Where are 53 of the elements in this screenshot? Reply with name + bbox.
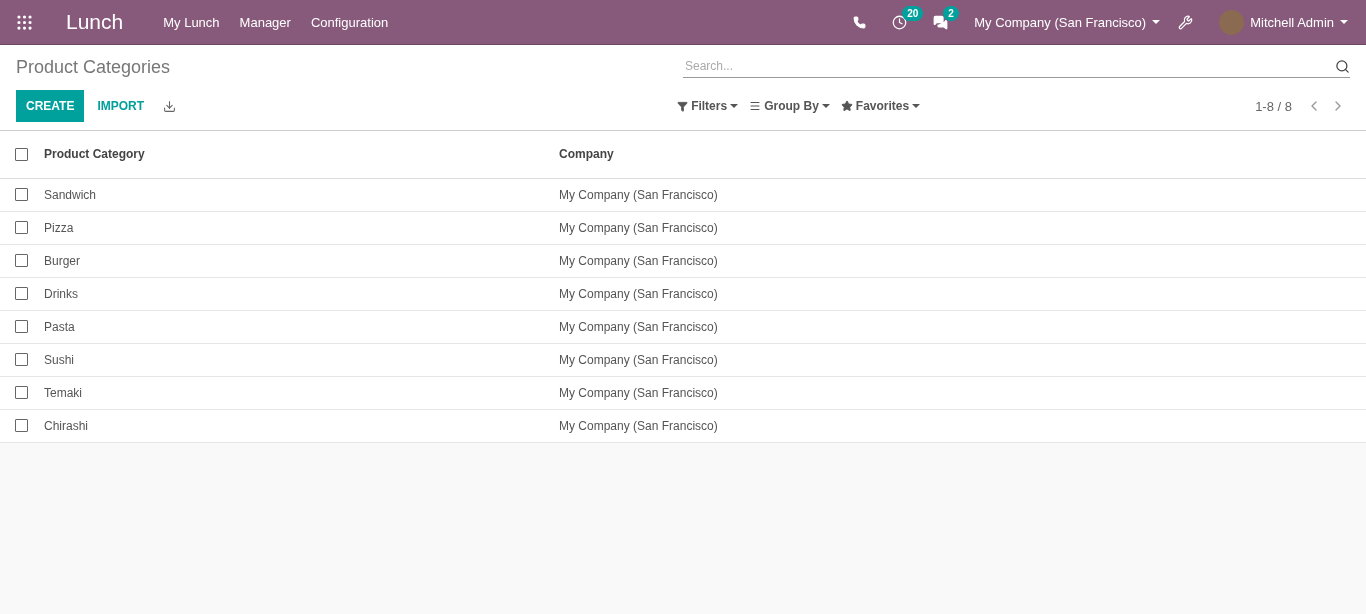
checkbox[interactable] xyxy=(15,254,28,267)
menu-link[interactable]: Configuration xyxy=(310,14,389,30)
column-header[interactable]: Product Category xyxy=(38,131,553,178)
apps-grid-icon[interactable] xyxy=(15,12,34,32)
table-cell: My Company (San Francisco) xyxy=(553,310,1366,343)
clock-icon[interactable] xyxy=(892,14,908,30)
tools-icon[interactable] xyxy=(1178,14,1194,30)
table-cell: My Company (San Francisco) xyxy=(553,211,1366,244)
menu-link[interactable]: Manager xyxy=(239,14,291,30)
favorites-button[interactable]: Favorites xyxy=(836,95,925,117)
page-title: Product Categories xyxy=(16,57,172,78)
user-menu[interactable]: Mitchell Admin xyxy=(1219,9,1348,35)
group-by-button[interactable]: Group By xyxy=(745,95,834,117)
table-cell: Burger xyxy=(38,244,553,277)
filter-icon xyxy=(677,100,689,112)
table-cell: Chirashi xyxy=(38,409,553,442)
list-icon xyxy=(749,100,762,112)
import-button[interactable]: IMPORT xyxy=(88,91,154,121)
table-cell: My Company (San Francisco) xyxy=(553,343,1366,376)
checkbox[interactable] xyxy=(15,419,28,432)
filters-button[interactable]: Filters xyxy=(673,95,743,117)
avatar xyxy=(1219,9,1245,35)
phone-icon[interactable] xyxy=(853,15,867,29)
message-count-badge: 2 xyxy=(943,5,959,21)
menu-link[interactable]: My Lunch xyxy=(163,14,220,30)
download-icon xyxy=(163,99,177,113)
table-cell: Pizza xyxy=(38,211,553,244)
activity-count-badge: 20 xyxy=(902,5,924,21)
table-cell: Sandwich xyxy=(38,178,553,211)
app-name: Lunch xyxy=(66,10,124,34)
checkbox[interactable] xyxy=(15,188,28,201)
table-cell: My Company (San Francisco) xyxy=(553,376,1366,409)
table-cell: My Company (San Francisco) xyxy=(553,244,1366,277)
table-cell: Sushi xyxy=(38,343,553,376)
table-cell: Temaki xyxy=(38,376,553,409)
checkbox[interactable] xyxy=(15,320,28,333)
table-cell: My Company (San Francisco) xyxy=(553,277,1366,310)
pager-value: 1-8 / 8 xyxy=(1255,98,1292,114)
column-header[interactable]: Company xyxy=(553,131,1366,178)
table-cell: Drinks xyxy=(38,277,553,310)
chat-icon[interactable] xyxy=(933,14,949,30)
company-switcher[interactable]: My Company (San Francisco) xyxy=(974,14,1161,30)
checkbox[interactable] xyxy=(15,386,28,399)
table-cell: Pasta xyxy=(38,310,553,343)
table-cell: My Company (San Francisco) xyxy=(553,409,1366,442)
table-cell: My Company (San Francisco) xyxy=(553,178,1366,211)
checkbox[interactable] xyxy=(15,147,28,161)
checkbox[interactable] xyxy=(15,221,28,234)
star-icon xyxy=(840,100,853,112)
checkbox[interactable] xyxy=(15,353,28,366)
checkbox[interactable] xyxy=(15,287,28,300)
search-icon[interactable] xyxy=(1335,58,1350,74)
create-button[interactable]: CREATE xyxy=(16,90,85,122)
